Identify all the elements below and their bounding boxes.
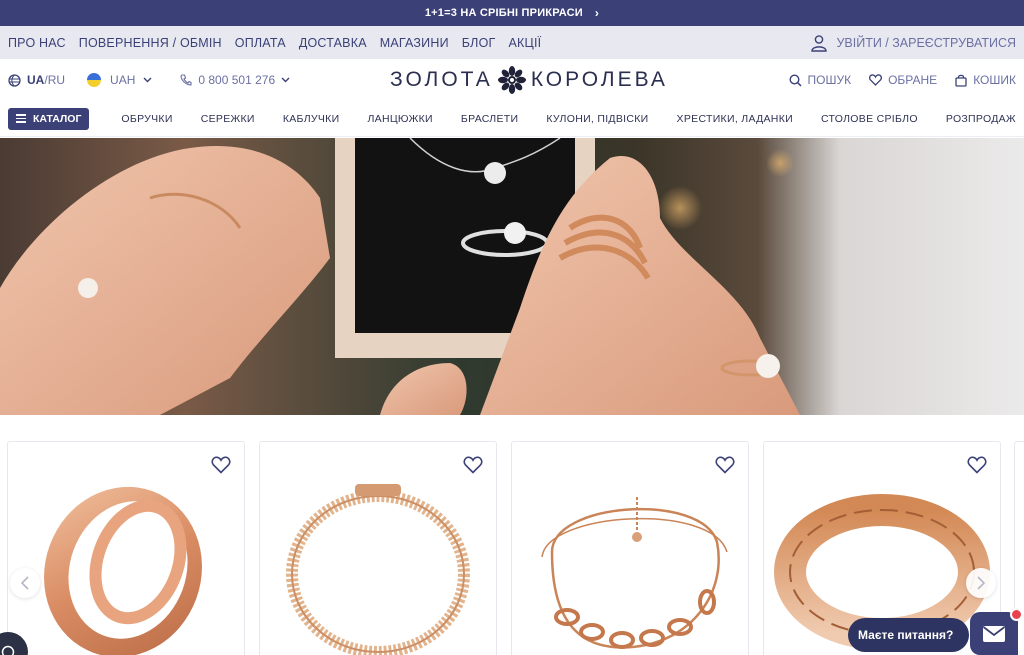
- favorites-label: ОБРАНЕ: [888, 73, 938, 87]
- category-silverware[interactable]: СТОЛОВЕ СРІБЛО: [821, 113, 918, 125]
- search-icon: [789, 73, 802, 87]
- chevron-right-icon: [977, 576, 985, 590]
- topnav-link-delivery[interactable]: ДОСТАВКА: [299, 36, 367, 50]
- currency-select[interactable]: UAH: [87, 73, 158, 87]
- widget-icon: [1, 645, 15, 655]
- hero-jewelry-image: [0, 138, 800, 415]
- chevron-down-icon: [281, 77, 290, 83]
- language-switcher[interactable]: UA / RU: [8, 73, 65, 87]
- language-other[interactable]: RU: [48, 73, 65, 87]
- chevron-left-icon: [21, 576, 29, 590]
- login-label: УВІЙТИ / ЗАРЕЄСТРУВАТИСЯ: [836, 35, 1016, 50]
- product-card[interactable]: [511, 441, 749, 655]
- category-sale[interactable]: РОЗПРОДАЖ: [946, 113, 1016, 125]
- phone-number: 0 800 501 276: [198, 73, 276, 87]
- logo-text-left: ЗОЛОТА: [390, 68, 493, 91]
- heart-icon: [869, 74, 883, 86]
- globe-icon: [8, 73, 21, 87]
- bracelet-double-chain-image: [541, 497, 728, 649]
- category-crosses[interactable]: ХРЕСТИКИ, ЛАДАНКИ: [677, 113, 793, 125]
- phone-dropdown[interactable]: 0 800 501 276: [180, 73, 296, 87]
- hero-banner[interactable]: [0, 138, 1024, 415]
- topnav-link-returns[interactable]: ПОВЕРНЕННЯ / ОБМІН: [79, 36, 222, 50]
- product-card[interactable]: [7, 441, 245, 655]
- ring-image: [44, 486, 202, 655]
- topnav-link-stores[interactable]: МАГАЗИНИ: [380, 36, 449, 50]
- chevron-down-icon: [143, 77, 152, 83]
- category-chains[interactable]: ЛАНЦЮЖКИ: [367, 113, 432, 125]
- search-label: ПОШУК: [807, 73, 852, 87]
- login-link[interactable]: УВІЙТИ / ЗАРЕЄСТРУВАТИСЯ: [810, 34, 1016, 52]
- carousel-next-button[interactable]: [966, 568, 996, 598]
- bracelet-chain-image: [286, 484, 470, 655]
- catalog-button[interactable]: КАТАЛОГ: [8, 107, 90, 130]
- category-navigation: КАТАЛОГ ОБРУЧКИ СЕРЕЖКИ КАБЛУЧКИ ЛАНЦЮЖК…: [0, 101, 1024, 137]
- cart-label: КОШИК: [973, 73, 1016, 87]
- notification-dot: [1010, 608, 1023, 621]
- promo-text: 1+1=3 НА СРІБНІ ПРИКРАСИ: [424, 7, 583, 19]
- ukraine-flag-icon: [87, 73, 102, 87]
- topnav-link-blog[interactable]: БЛОГ: [462, 36, 496, 50]
- user-icon: [811, 34, 828, 52]
- logo-text-right: КОРОЛЕВА: [530, 68, 668, 91]
- currency-value: UAH: [110, 73, 136, 87]
- promo-bar[interactable]: 1+1=3 НА СРІБНІ ПРИКРАСИ ›: [0, 0, 1024, 26]
- category-bracelets[interactable]: БРАСЛЕТИ: [461, 113, 518, 125]
- category-rings[interactable]: КАБЛУЧКИ: [283, 113, 340, 125]
- shopping-bag-icon: [955, 74, 967, 87]
- topnav-link-payment[interactable]: ОПЛАТА: [235, 36, 286, 50]
- cart-button[interactable]: КОШИК: [955, 73, 1016, 87]
- topnav-link-promotions[interactable]: АКЦІЇ: [508, 36, 541, 50]
- catalog-label: КАТАЛОГ: [33, 112, 82, 125]
- carousel-prev-button[interactable]: [10, 568, 40, 598]
- phone-icon: [180, 74, 192, 86]
- site-logo[interactable]: ЗОЛОТА КОРОЛЕВА: [390, 65, 668, 95]
- top-navigation: ПРО НАС ПОВЕРНЕННЯ / ОБМІН ОПЛАТА ДОСТАВ…: [0, 26, 1024, 59]
- flower-logo-icon: [497, 66, 526, 94]
- favorites-button[interactable]: ОБРАНЕ: [869, 73, 937, 87]
- category-pendants[interactable]: КУЛОНИ, ПІДВІСКИ: [546, 113, 648, 125]
- search-button[interactable]: ПОШУК: [789, 73, 852, 87]
- category-wedding-rings[interactable]: ОБРУЧКИ: [121, 113, 172, 125]
- chat-prompt-label: Маєте питання?: [858, 628, 954, 642]
- mail-icon: [982, 625, 1006, 642]
- language-active[interactable]: UA: [27, 73, 44, 87]
- topnav-link-about[interactable]: ПРО НАС: [8, 36, 66, 50]
- chevron-right-icon: ›: [594, 6, 600, 20]
- product-card[interactable]: [259, 441, 497, 655]
- chat-prompt-bubble[interactable]: Маєте питання?: [848, 618, 970, 652]
- menu-icon: [16, 114, 26, 123]
- site-header: UA / RU UAH 0 800 501 276 ЗОЛОТА КОРОЛЕВ…: [0, 59, 1024, 101]
- category-earrings[interactable]: СЕРЕЖКИ: [201, 113, 255, 125]
